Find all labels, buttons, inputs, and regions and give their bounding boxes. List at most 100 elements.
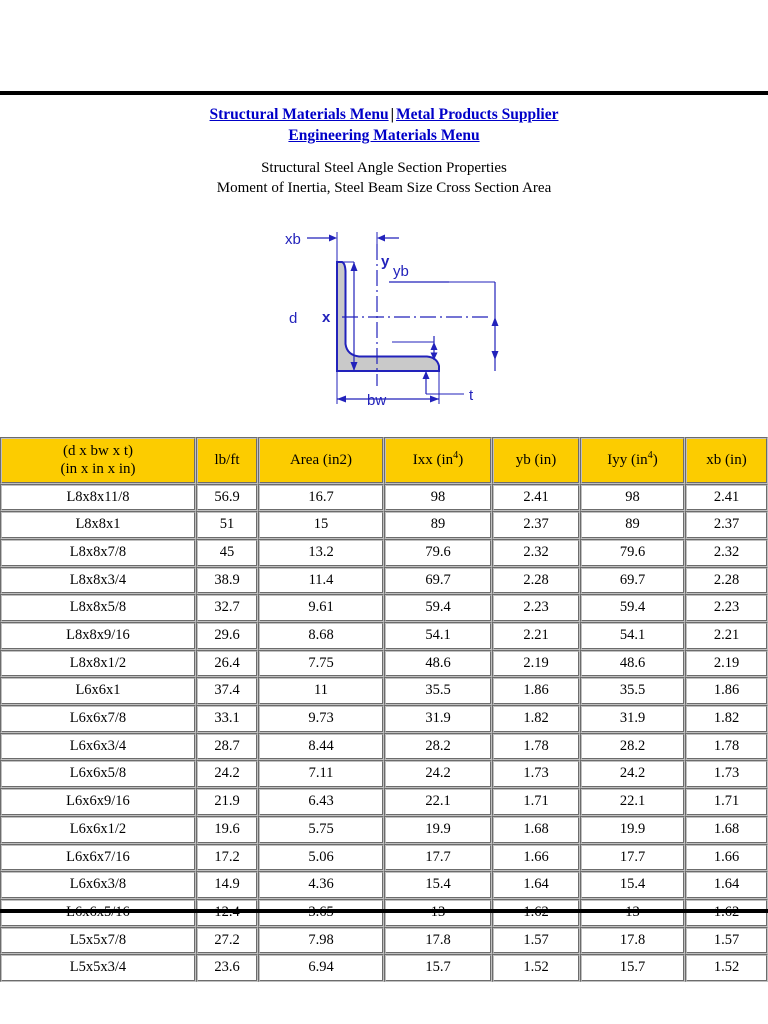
table-row: L6x6x7/8 33.1 9.73 31.9 1.82 31.9 1.82 xyxy=(0,705,768,733)
cell-weight: 56.9 xyxy=(196,483,258,512)
cell-ixx: 31.9 xyxy=(384,705,492,733)
cell-area: 6.43 xyxy=(258,788,384,816)
cell-yb: 2.23 xyxy=(492,594,580,623)
cell-designation: L8x8x3/4 xyxy=(0,566,196,595)
table-row: L8x8x11/8 56.9 16.7 98 2.41 98 2.41 xyxy=(0,483,768,512)
cell-designation: L8x8x9/16 xyxy=(0,622,196,650)
cell-designation: L5x5x7/8 xyxy=(0,926,196,955)
cell-yb: 2.28 xyxy=(492,566,580,595)
document-page: Structural Materials Menu | Metal Products… xyxy=(0,0,768,1024)
cell-area: 15 xyxy=(258,511,384,539)
cell-iyy: 22.1 xyxy=(580,788,685,816)
table-row: L6x6x3/8 14.9 4.36 15.4 1.64 15.4 1.64 xyxy=(0,871,768,899)
cell-xb: 1.73 xyxy=(685,760,768,789)
cell-xb: 1.68 xyxy=(685,815,768,844)
cell-weight: 51 xyxy=(196,511,258,539)
cell-iyy: 69.7 xyxy=(580,566,685,595)
cell-iyy: 15.4 xyxy=(580,871,685,899)
link-engineering-materials-menu[interactable]: Engineering Materials Menu xyxy=(288,127,479,144)
cell-iyy: 48.6 xyxy=(580,649,685,678)
cell-yb: 2.41 xyxy=(492,483,580,512)
cell-designation: L6x6x3/4 xyxy=(0,732,196,761)
cell-area: 5.06 xyxy=(258,843,384,872)
cell-xb: 1.71 xyxy=(685,788,768,816)
cell-weight: 28.7 xyxy=(196,732,258,761)
table-row: L6x6x1 37.4 11 35.5 1.86 35.5 1.86 xyxy=(0,677,768,706)
cell-weight: 14.9 xyxy=(196,871,258,899)
cell-xb: 2.19 xyxy=(685,649,768,678)
cell-iyy: 19.9 xyxy=(580,815,685,844)
cell-designation: L6x6x3/8 xyxy=(0,871,196,899)
cell-area: 8.68 xyxy=(258,622,384,650)
col-header-xb: xb (in) xyxy=(685,437,768,484)
cell-weight: 23.6 xyxy=(196,954,258,982)
cell-ixx: 15.7 xyxy=(384,954,492,982)
table-header-row: (d x bw x t) (in x in x in) lb/ft Area (… xyxy=(0,437,768,484)
cell-yb: 1.64 xyxy=(492,871,580,899)
col-header-designation: (d x bw x t) (in x in x in) xyxy=(0,437,196,484)
cell-ixx: 15.4 xyxy=(384,871,492,899)
cell-designation: L8x8x1 xyxy=(0,511,196,539)
cell-xb: 2.32 xyxy=(685,538,768,567)
diagram-label-y: y xyxy=(381,253,390,270)
diagram-label-d: d xyxy=(289,310,297,327)
cell-area: 4.36 xyxy=(258,871,384,899)
cell-designation: L6x6x7/16 xyxy=(0,843,196,872)
cell-designation: L5x5x3/4 xyxy=(0,954,196,982)
table-row: L8x8x1/2 26.4 7.75 48.6 2.19 48.6 2.19 xyxy=(0,649,768,678)
cell-iyy: 35.5 xyxy=(580,677,685,706)
col-header-ixx: Ixx (in4) xyxy=(384,437,492,484)
cell-designation: L8x8x7/8 xyxy=(0,538,196,567)
cell-xb: 2.23 xyxy=(685,594,768,623)
link-structural-materials-menu[interactable]: Structural Materials Menu xyxy=(210,106,389,123)
cell-designation: L6x6x1 xyxy=(0,677,196,706)
diagram-label-bw: bw xyxy=(367,392,386,409)
cell-yb: 2.19 xyxy=(492,649,580,678)
cell-weight: 38.9 xyxy=(196,566,258,595)
link-metal-products-supplier[interactable]: Metal Products Supplier xyxy=(396,106,558,123)
cell-iyy: 15.7 xyxy=(580,954,685,982)
subtitle-line-2: Moment of Inertia, Steel Beam Size Cross… xyxy=(216,179,552,196)
cell-ixx: 98 xyxy=(384,483,492,512)
cell-yb: 1.57 xyxy=(492,926,580,955)
cell-xb: 1.57 xyxy=(685,926,768,955)
col-header-weight: lb/ft xyxy=(196,437,258,484)
cell-ixx: 19.9 xyxy=(384,815,492,844)
cell-designation: L6x6x7/8 xyxy=(0,705,196,733)
cell-weight: 45 xyxy=(196,538,258,567)
col-header-yb: yb (in) xyxy=(492,437,580,484)
table-row: L8x8x7/8 45 13.2 79.6 2.32 79.6 2.32 xyxy=(0,538,768,567)
cell-ixx: 17.7 xyxy=(384,843,492,872)
cell-weight: 19.6 xyxy=(196,815,258,844)
page-subtitle: Structural Steel Angle Section Propertie… xyxy=(0,159,768,199)
table-row: L8x8x1 51 15 89 2.37 89 2.37 xyxy=(0,511,768,539)
top-horizontal-rule xyxy=(0,90,768,95)
cell-iyy: 28.2 xyxy=(580,732,685,761)
diagram-label-x: x xyxy=(322,309,331,326)
table-row: L5x5x3/4 23.6 6.94 15.7 1.52 15.7 1.52 xyxy=(0,954,768,982)
cell-area: 7.98 xyxy=(258,926,384,955)
cell-xb: 1.86 xyxy=(685,677,768,706)
col-header-area: Area (in2) xyxy=(258,437,384,484)
table-row: L6x6x3/4 28.7 8.44 28.2 1.78 28.2 1.78 xyxy=(0,732,768,761)
cell-designation: L6x6x5/8 xyxy=(0,760,196,789)
table-row: L8x8x3/4 38.9 11.4 69.7 2.28 69.7 2.28 xyxy=(0,566,768,595)
cell-yb: 2.21 xyxy=(492,622,580,650)
cell-iyy: 31.9 xyxy=(580,705,685,733)
cell-ixx: 69.7 xyxy=(384,566,492,595)
cell-area: 11.4 xyxy=(258,566,384,595)
cell-yb: 1.68 xyxy=(492,815,580,844)
cell-area: 11 xyxy=(258,677,384,706)
cell-ixx: 22.1 xyxy=(384,788,492,816)
table-row: L8x8x9/16 29.6 8.68 54.1 2.21 54.1 2.21 xyxy=(0,622,768,650)
table-row: L8x8x5/8 32.7 9.61 59.4 2.23 59.4 2.23 xyxy=(0,594,768,623)
cell-yb: 1.52 xyxy=(492,954,580,982)
cell-xb: 1.78 xyxy=(685,732,768,761)
cell-designation: L8x8x5/8 xyxy=(0,594,196,623)
cell-designation: L6x6x9/16 xyxy=(0,788,196,816)
table-body: L8x8x11/8 56.9 16.7 98 2.41 98 2.41 L8x8x1 51 15 8… xyxy=(0,483,768,982)
cell-iyy: 54.1 xyxy=(580,622,685,650)
cell-yb: 1.78 xyxy=(492,732,580,761)
cell-xb: 2.37 xyxy=(685,511,768,539)
diagram-label-t: t xyxy=(469,387,474,404)
